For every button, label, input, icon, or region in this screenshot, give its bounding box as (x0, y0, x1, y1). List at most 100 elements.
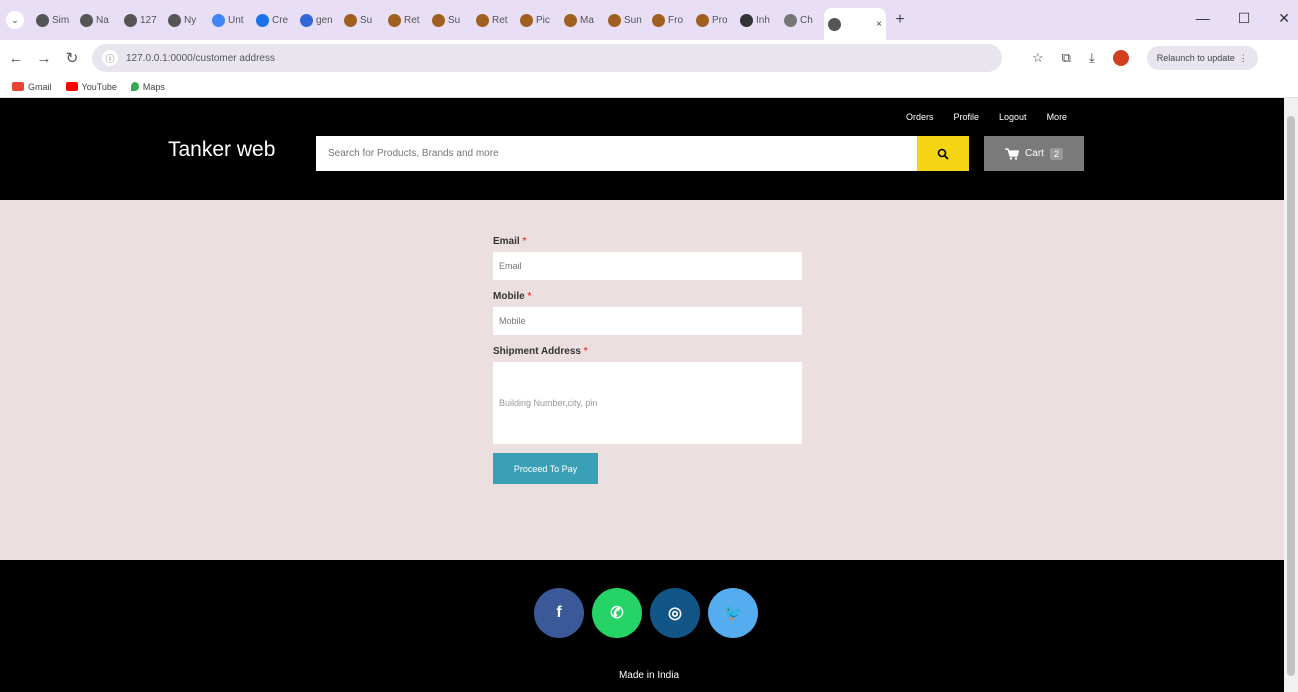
browser-tab[interactable]: Sim (32, 6, 74, 34)
browser-tab[interactable]: Inh (736, 6, 778, 34)
browser-tab[interactable]: Ma (560, 6, 602, 34)
tab-favicon-icon (300, 13, 313, 27)
browser-tab[interactable]: Ret (472, 6, 514, 34)
browser-tab[interactable]: Pic (516, 6, 558, 34)
nav-orders[interactable]: Orders (906, 112, 934, 122)
browser-tab[interactable]: Fro (648, 6, 690, 34)
site-header: Orders Profile Logout More Tanker web Ca… (0, 98, 1298, 200)
page-scrollbar[interactable] (1284, 98, 1298, 692)
maps-pin-icon (130, 82, 139, 91)
browser-tab[interactable]: Ny (164, 6, 206, 34)
browser-tab[interactable]: Ret (384, 6, 426, 34)
bookmark-maps[interactable]: Maps (130, 81, 165, 92)
bookmark-youtube[interactable]: YouTube (65, 82, 117, 92)
reload-icon[interactable]: ↻ (64, 49, 80, 67)
browser-tab[interactable]: Unt (208, 6, 250, 34)
customer-address-form: Email * Mobile * Shipment Address * Buil… (493, 236, 803, 484)
cart-icon (1005, 147, 1020, 160)
new-tab-button[interactable]: + (888, 11, 912, 29)
tab-title: Su (360, 14, 373, 26)
cart-button[interactable]: Cart 2 (984, 136, 1084, 171)
browser-toolbar: ← → ↻ ⓘ 127.0.0.1:0000/customer address … (0, 40, 1298, 76)
tab-title: Fro (668, 14, 683, 26)
minimize-icon[interactable]: — (1196, 10, 1210, 27)
cart-count-badge: 2 (1049, 147, 1063, 160)
tab-title: Ma (580, 14, 594, 26)
address-label-text: Shipment Address (493, 346, 581, 357)
bookmark-label: Gmail (28, 81, 52, 92)
scrollbar-thumb[interactable] (1287, 116, 1295, 676)
whatsapp-icon[interactable]: ✆ (592, 588, 642, 638)
email-field[interactable] (493, 252, 802, 280)
tab-title: gen (316, 14, 333, 26)
bookmark-gmail[interactable]: Gmail (12, 82, 52, 92)
email-label-text: Email (493, 236, 520, 247)
tab-favicon-icon (608, 13, 621, 27)
tab-title: 127 (140, 14, 157, 26)
browser-tab[interactable]: Na (76, 6, 118, 34)
required-mark: * (583, 346, 588, 357)
download-icon[interactable]: ⤓ (1089, 50, 1095, 66)
tab-favicon-icon (36, 13, 49, 27)
relaunch-button[interactable]: Relaunch to update ⋮ (1146, 46, 1258, 70)
top-nav: Orders Profile Logout More (906, 112, 1067, 122)
browser-tab[interactable]: gen (296, 6, 338, 34)
search-input[interactable] (316, 136, 917, 171)
tab-favicon-icon (476, 13, 489, 27)
tab-title: Ny (184, 14, 197, 26)
site-info-icon[interactable]: ⓘ (102, 50, 118, 66)
site-footer: f ✆ ◎ 🐦 Made in India (0, 560, 1298, 692)
made-in-india-text: Made in India (618, 670, 680, 681)
nav-profile[interactable]: Profile (954, 112, 980, 122)
twitter-icon[interactable]: 🐦 (708, 588, 758, 638)
tab-search-icon[interactable]: ⌄ (6, 11, 24, 29)
bookmark-label: Maps (142, 81, 165, 92)
proceed-to-pay-button[interactable]: Proceed To Pay (493, 453, 598, 484)
menu-dots-icon: ⋮ (1238, 52, 1248, 63)
extensions-icon[interactable]: ⧉ (1062, 50, 1071, 66)
browser-tab[interactable]: 127 (120, 6, 162, 34)
back-icon[interactable]: ← (8, 50, 24, 67)
tab-close-icon[interactable]: × (876, 19, 882, 30)
browser-tab[interactable]: Pro (692, 6, 734, 34)
site-logo[interactable]: Tanker web (168, 138, 275, 162)
tab-title: Sun (624, 14, 642, 26)
email-label: Email * (493, 236, 803, 247)
active-browser-tab[interactable]: × (824, 8, 886, 40)
search-button[interactable] (917, 136, 969, 171)
browser-tab[interactable]: Cre (252, 6, 294, 34)
tab-favicon-icon (652, 13, 665, 27)
browser-tab[interactable]: Sun (604, 6, 646, 34)
maximize-icon[interactable]: ☐ (1238, 10, 1251, 27)
bookmark-star-icon[interactable]: ☆ (1032, 50, 1044, 66)
nav-more[interactable]: More (1047, 112, 1068, 122)
browser-tab[interactable]: Ch (780, 6, 822, 34)
facebook-icon[interactable]: f (534, 588, 584, 638)
search-bar (316, 136, 969, 171)
close-window-icon[interactable]: ✕ (1278, 10, 1290, 27)
toolbar-right: ☆ ⧉ ⤓ Relaunch to update ⋮ (1032, 46, 1258, 70)
browser-tab[interactable]: Su (428, 6, 470, 34)
tab-favicon-icon (564, 13, 577, 27)
mobile-field[interactable] (493, 307, 802, 335)
tab-title: Pro (712, 14, 728, 26)
tab-favicon-icon (784, 13, 797, 27)
relaunch-label: Relaunch to update (1156, 53, 1235, 63)
tab-title: Cre (272, 14, 289, 26)
profile-avatar[interactable] (1112, 50, 1129, 66)
address-placeholder: Building Number,city, pin (499, 398, 598, 408)
browser-tab[interactable]: Su (340, 6, 382, 34)
search-icon (937, 148, 949, 160)
shipment-address-field[interactable]: Building Number,city, pin (493, 362, 802, 444)
youtube-icon (65, 82, 78, 91)
nav-logout[interactable]: Logout (999, 112, 1027, 122)
tab-title: Pic (536, 14, 550, 26)
tab-favicon-icon (124, 13, 137, 27)
address-bar[interactable]: ⓘ 127.0.0.1:0000/customer address (92, 44, 1002, 72)
instagram-icon[interactable]: ◎ (650, 588, 700, 638)
tab-favicon-icon (80, 13, 93, 27)
forward-icon[interactable]: → (36, 50, 52, 67)
browser-tab-bar: ⌄ Sim Na 127 Ny Unt Cre gen Su Ret Su Ret Pic Ma Sun F… (0, 0, 1298, 40)
tab-title: Ret (492, 14, 508, 26)
tab-title: Unt (228, 14, 244, 26)
